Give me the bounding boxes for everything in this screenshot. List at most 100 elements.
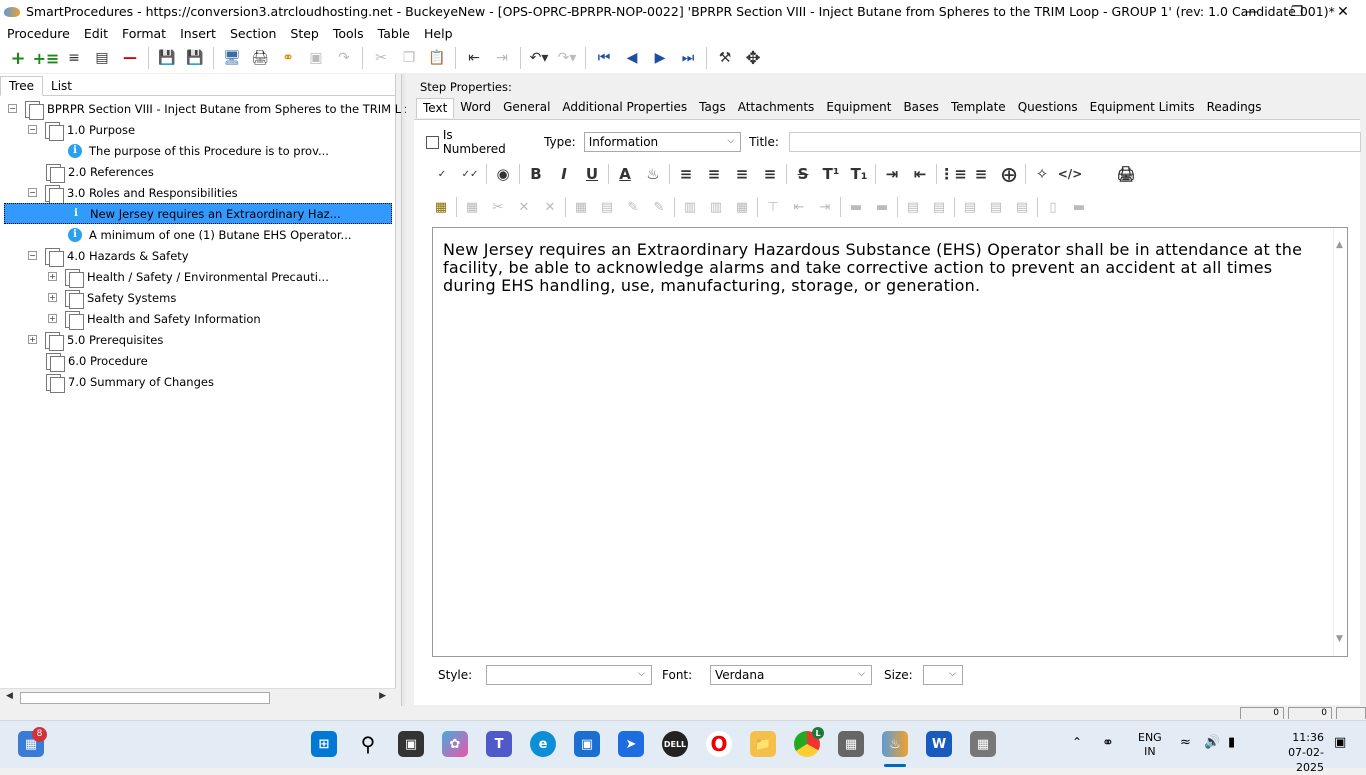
print-preview-icon[interactable]: 🖨	[1112, 161, 1140, 187]
tab-template[interactable]: Template	[945, 98, 1012, 118]
font-color-icon[interactable]: A	[611, 161, 639, 187]
tab-bases[interactable]: Bases	[897, 98, 944, 118]
link-icon[interactable]: ⚭	[274, 45, 302, 71]
redo-icon[interactable]: ↷▾	[553, 45, 581, 71]
strikethrough-icon[interactable]: S	[789, 161, 817, 187]
insert-table-icon[interactable]: ▦	[428, 195, 454, 219]
title-input[interactable]	[788, 132, 1362, 152]
menu-insert[interactable]: Insert	[173, 26, 223, 41]
table-tool-icon[interactable]: ▬	[869, 195, 895, 219]
insert-line-icon[interactable]: ⨁	[995, 161, 1023, 187]
indent-decrease-icon[interactable]: ⇤	[906, 161, 934, 187]
save-copy-icon[interactable]: 💾	[153, 45, 181, 71]
italic-icon[interactable]: I	[550, 161, 578, 187]
tab-tree[interactable]: Tree	[0, 76, 44, 96]
size-select[interactable]: ⌵	[923, 665, 963, 685]
spellcheck-all-icon[interactable]: ✓✓	[456, 161, 484, 187]
menu-table[interactable]: Table	[371, 26, 417, 41]
spellcheck-icon[interactable]: ✓	[428, 161, 456, 187]
menu-format[interactable]: Format	[115, 26, 173, 41]
tab-readings[interactable]: Readings	[1201, 98, 1268, 118]
tree-item-roles[interactable]: − 3.0 Roles and Responsibilities	[28, 182, 238, 204]
align-center-icon[interactable]: ≡	[700, 161, 728, 187]
redo-link-icon[interactable]: ↷	[330, 45, 358, 71]
copy-icon[interactable]: ❐	[395, 45, 423, 71]
scroll-down-icon[interactable]: ▼	[1336, 634, 1343, 644]
paste-icon[interactable]: 📋	[423, 45, 451, 71]
menu-help[interactable]: Help	[417, 26, 460, 41]
table-tool-icon[interactable]: ✎	[646, 195, 672, 219]
print-icon[interactable]: 🖨	[246, 45, 274, 71]
tab-questions[interactable]: Questions	[1012, 98, 1084, 118]
tree-item-procedure[interactable]: 6.0 Procedure	[44, 350, 148, 372]
volume-icon[interactable]: 🔊	[1204, 735, 1220, 750]
tab-additional-properties[interactable]: Additional Properties	[556, 98, 693, 118]
clock[interactable]: 11:36 07-02-2025	[1262, 730, 1324, 775]
list-icon[interactable]: ≡	[60, 45, 88, 71]
table-tool-icon[interactable]: ▯	[1040, 195, 1066, 219]
copilot-icon[interactable]: ✿	[442, 731, 468, 757]
table-tool-icon[interactable]: ▤	[900, 195, 926, 219]
underline-icon[interactable]: U	[578, 161, 606, 187]
tab-text[interactable]: Text	[416, 98, 455, 118]
table-tool-icon[interactable]: ▤	[983, 195, 1009, 219]
subscript-icon[interactable]: T₁	[845, 161, 873, 187]
menu-tools[interactable]: Tools	[326, 26, 371, 41]
last-icon[interactable]: ⏭	[674, 45, 702, 71]
pane-splitter[interactable]	[401, 74, 405, 706]
close-button[interactable]: ✕	[1320, 0, 1366, 23]
tab-equipment-limits[interactable]: Equipment Limits	[1084, 98, 1201, 118]
tab-tags[interactable]: Tags	[693, 98, 732, 118]
tree-item-hazards[interactable]: − 4.0 Hazards & Safety	[28, 245, 189, 267]
vertical-scrollbar[interactable]: ▲ ▼	[1333, 228, 1347, 656]
table-tool-icon[interactable]: ✕	[511, 195, 537, 219]
file-explorer-icon[interactable]: 📁	[750, 731, 776, 757]
show-hidden-icons[interactable]: ⌃	[1072, 735, 1082, 749]
table-tool-icon[interactable]: ⊤	[760, 195, 786, 219]
teams-icon[interactable]: T	[486, 731, 512, 757]
horizontal-scrollbar[interactable]: ◀ ▶	[0, 688, 396, 706]
tree-item-purpose[interactable]: − 1.0 Purpose	[28, 119, 135, 141]
tab-attachments[interactable]: Attachments	[732, 98, 821, 118]
expand-icon[interactable]: +	[48, 293, 57, 302]
tree-item-safety-systems[interactable]: + Safety Systems	[48, 287, 176, 309]
save-icon[interactable]: 💾	[181, 45, 209, 71]
tree-item-summary-of-changes[interactable]: 7.0 Summary of Changes	[44, 371, 214, 393]
wifi-icon[interactable]: ≈	[1180, 735, 1191, 750]
maximize-button[interactable]: ❐	[1274, 0, 1320, 23]
collapse-icon[interactable]: −	[28, 188, 37, 197]
collapse-icon[interactable]: −	[28, 251, 37, 260]
add-section-icon[interactable]: +	[4, 45, 32, 71]
superscript-icon[interactable]: T¹	[817, 161, 845, 187]
table-tool-icon[interactable]: ▦	[729, 195, 755, 219]
align-left-icon[interactable]: ≡	[672, 161, 700, 187]
add-step-icon[interactable]: +≡	[32, 45, 60, 71]
html-source-icon[interactable]: </>	[1056, 161, 1084, 187]
cut-icon[interactable]: ✂	[367, 45, 395, 71]
image-icon[interactable]: ▣	[302, 45, 330, 71]
battery-icon[interactable]: ▮	[1228, 735, 1235, 750]
bullet-list-icon[interactable]: ⋮≡	[939, 161, 967, 187]
table-tool-icon[interactable]: ▦	[568, 195, 594, 219]
scroll-right-icon[interactable]: ▶	[379, 691, 386, 701]
menu-step[interactable]: Step	[283, 26, 325, 41]
tab-equipment[interactable]: Equipment	[820, 98, 897, 118]
highlight-icon[interactable]: ♨	[639, 161, 667, 187]
is-numbered-checkbox[interactable]	[426, 135, 439, 149]
font-select[interactable]: Verdana ⌵	[710, 665, 872, 685]
first-icon[interactable]: ⏮	[590, 45, 618, 71]
table-tool-icon[interactable]: ▤	[594, 195, 620, 219]
scroll-up-icon[interactable]: ▲	[1336, 240, 1343, 250]
menu-edit[interactable]: Edit	[77, 26, 115, 41]
language-indicator[interactable]: ENG IN	[1138, 731, 1162, 759]
next-icon[interactable]: ▶	[646, 45, 674, 71]
table-tool-icon[interactable]: ▦	[459, 195, 485, 219]
tab-list[interactable]: List	[43, 77, 80, 95]
tree-item-prerequisites[interactable]: + 5.0 Prerequisites	[28, 329, 163, 351]
table-tool-icon[interactable]: ▤	[957, 195, 983, 219]
collapse-icon[interactable]: −	[8, 104, 17, 113]
table-tool-icon[interactable]: ⇥	[812, 195, 838, 219]
list-outline-icon[interactable]: ▤	[88, 45, 116, 71]
move-icon[interactable]: ✥	[739, 45, 767, 71]
type-select[interactable]: Information ⌵	[583, 132, 742, 152]
